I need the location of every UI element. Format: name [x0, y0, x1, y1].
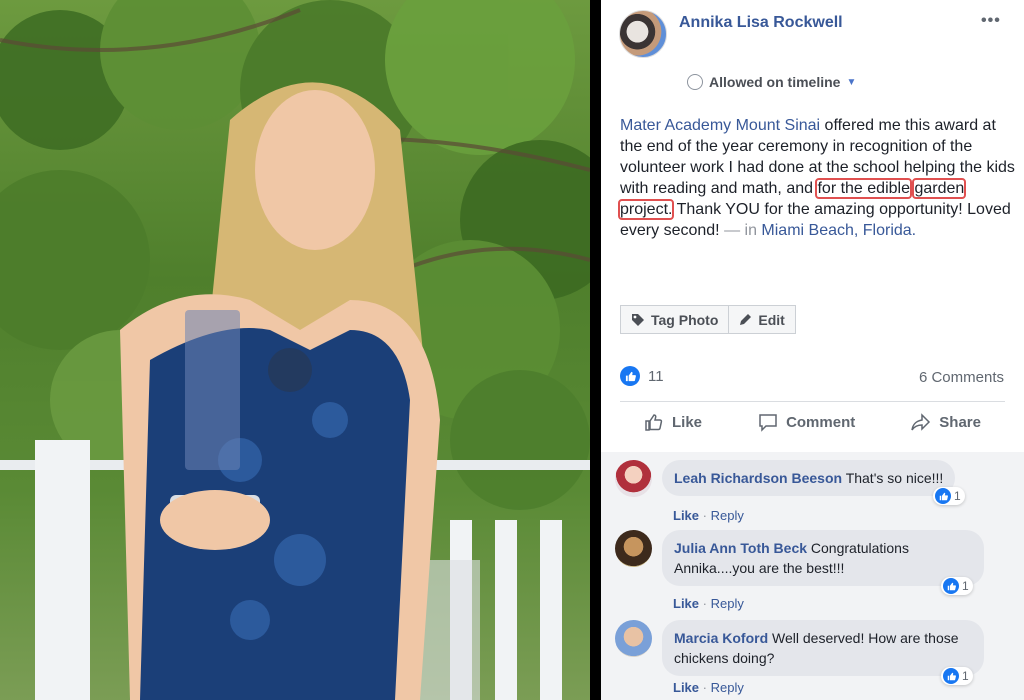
comment-bubble: Julia Ann Toth Beck Congratulations Anni… [662, 530, 984, 586]
privacy-selector[interactable]: Allowed on timeline ▼ [687, 74, 856, 90]
like-reaction-icon [943, 578, 959, 594]
comment-label: Comment [786, 413, 856, 431]
comment-item: Leah Richardson Beeson That's so nice!!!… [615, 460, 1015, 523]
like-reaction-icon [620, 366, 640, 386]
privacy-label: Allowed on timeline [709, 74, 841, 90]
author-avatar[interactable] [619, 10, 667, 58]
comment-reactions[interactable]: 1 [933, 487, 965, 505]
commenter-avatar[interactable] [615, 530, 652, 567]
post-text: Mater Academy Mount Sinai offered me thi… [617, 115, 1015, 241]
commenter-name[interactable]: Marcia Koford [674, 630, 768, 646]
tag-photo-button[interactable]: Tag Photo [620, 305, 730, 334]
commenter-avatar[interactable] [615, 460, 652, 497]
edit-button[interactable]: Edit [729, 305, 796, 334]
person [120, 82, 440, 700]
commenter-name[interactable]: Julia Ann Toth Beck [674, 540, 807, 556]
like-label: Like [672, 413, 703, 431]
like-button[interactable]: Like [620, 410, 726, 434]
share-label: Share [939, 413, 981, 431]
comment-bubble-icon [759, 414, 777, 432]
comment-like-link[interactable]: Like [673, 680, 699, 695]
comment-item: Marcia Koford Well deserved! How are tho… [615, 620, 1015, 700]
photo-illustration [0, 0, 590, 700]
separator: · [702, 596, 707, 611]
comment-reply-link[interactable]: Reply [711, 680, 744, 695]
reaction-count: 1 [962, 669, 969, 683]
comment-links: Like · Reply [673, 508, 744, 523]
in-prefix: — in [724, 222, 762, 239]
highlight-edible: for the edible [815, 178, 912, 199]
comment-like-link[interactable]: Like [673, 596, 699, 611]
share-arrow-icon [911, 413, 931, 431]
comment-item: Julia Ann Toth Beck Congratulations Anni… [615, 530, 1015, 611]
org-link[interactable]: Mater Academy Mount Sinai [620, 117, 820, 134]
reaction-summary[interactable]: 11 [620, 366, 664, 386]
comment-links: Like · Reply [673, 596, 744, 611]
location-link[interactable]: Miami Beach, Florida. [761, 222, 916, 239]
comment-button[interactable]: Comment [734, 410, 879, 434]
separator: · [702, 680, 707, 695]
tag-icon [632, 313, 644, 326]
comment-like-link[interactable]: Like [673, 508, 699, 523]
edit-label: Edit [758, 311, 785, 328]
author-name[interactable]: Annika Lisa Rockwell [679, 14, 843, 32]
commenter-avatar[interactable] [615, 620, 652, 657]
separator: · [702, 508, 707, 523]
commenter-name[interactable]: Leah Richardson Beeson [674, 470, 842, 486]
divider [620, 401, 1005, 402]
award-plaque [185, 310, 240, 470]
like-reaction-icon [935, 488, 951, 504]
more-options-icon[interactable]: ••• [981, 12, 1001, 30]
comment-bubble: Marcia Koford Well deserved! How are tho… [662, 620, 984, 676]
comment-text: That's so nice!!! [845, 470, 944, 486]
tag-photo-label: Tag Photo [651, 311, 719, 328]
post-photo[interactable] [0, 0, 590, 700]
like-reaction-icon [943, 668, 959, 684]
pencil-icon [740, 314, 752, 325]
comments-section: Leah Richardson Beeson That's so nice!!!… [601, 452, 1024, 700]
like-count: 11 [648, 367, 664, 385]
post-actions: Like Comment Share [620, 410, 1005, 434]
thumbs-up-icon [645, 414, 663, 431]
comment-bubble: Leah Richardson Beeson That's so nice!!! [662, 460, 956, 496]
comment-reactions[interactable]: 1 [941, 577, 973, 595]
comment-links: Like · Reply [673, 680, 744, 695]
comment-reactions[interactable]: 1 [941, 667, 973, 685]
comment-reply-link[interactable]: Reply [711, 596, 744, 611]
caret-down-icon: ▼ [846, 76, 857, 88]
share-button[interactable]: Share [887, 410, 1005, 434]
comments-count[interactable]: 6 Comments [919, 369, 1004, 386]
post-panel: Annika Lisa Rockwell ••• Allowed on time… [601, 0, 1024, 700]
post-header: Annika Lisa Rockwell ••• [601, 0, 1024, 62]
comment-reply-link[interactable]: Reply [711, 508, 744, 523]
timeline-icon [687, 74, 703, 90]
reaction-count: 1 [954, 489, 961, 503]
reaction-count: 1 [962, 579, 969, 593]
photo-buttons: Tag Photo Edit [620, 305, 796, 334]
